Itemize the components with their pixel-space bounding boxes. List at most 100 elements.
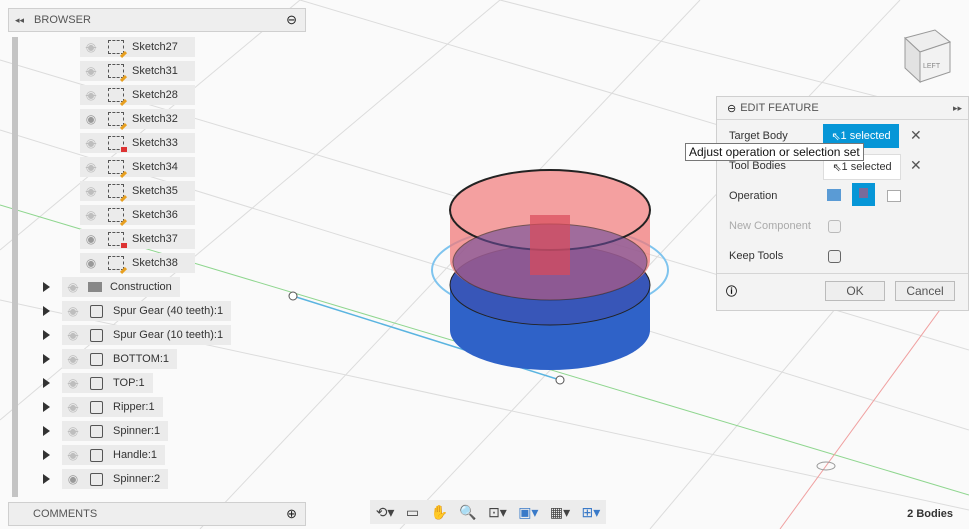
browser-sketch-item[interactable]: ◉ Sketch33 [80, 133, 195, 153]
join-operation-icon[interactable] [827, 189, 841, 201]
visibility-eye-icon[interactable]: ◉ [62, 304, 84, 318]
item-label: Spur Gear (40 teeth):1 [113, 305, 224, 317]
visibility-eye-icon[interactable]: ◉ [80, 64, 102, 78]
cancel-button[interactable]: Cancel [895, 281, 955, 301]
sketch-icon [108, 256, 124, 270]
pan-icon[interactable]: ✋ [430, 504, 447, 521]
expand-triangle-icon[interactable] [43, 402, 50, 412]
add-comment-icon[interactable]: ⊕ [286, 506, 297, 522]
cursor-icon: ⇖ [832, 161, 842, 174]
intersect-operation-icon[interactable] [887, 190, 901, 202]
visibility-eye-icon[interactable]: ◉ [62, 448, 84, 462]
browser-sketch-item[interactable]: ◉ Sketch27 [80, 37, 195, 57]
collapse-dialog-icon[interactable]: ⊖ [727, 102, 736, 115]
collapse-icon[interactable]: ◂◂ [15, 15, 24, 26]
sketch-icon [108, 160, 124, 174]
browser-item[interactable]: ◉ Spur Gear (10 teeth):1 [43, 325, 232, 345]
visibility-eye-icon[interactable]: ◉ [80, 112, 102, 126]
browser-sketch-item[interactable]: ◉ Sketch34 [80, 157, 195, 177]
browser-item[interactable]: ◉ Spinner:2 [43, 469, 169, 489]
sketch-icon [108, 184, 124, 198]
browser-title: BROWSER [34, 14, 91, 26]
clear-target-icon[interactable]: ✕ [910, 127, 922, 144]
expand-triangle-icon[interactable] [43, 426, 50, 436]
body-icon [90, 424, 103, 438]
body-icon [90, 472, 103, 486]
sketch-label: Sketch36 [132, 209, 178, 221]
viewports-icon[interactable]: ⊞▾ [581, 504, 600, 521]
sketch-icon [108, 136, 127, 152]
browser-header: ◂◂ BROWSER ⊖ [8, 8, 306, 32]
browser-sketch-item[interactable]: ◉ Sketch36 [80, 205, 195, 225]
expand-triangle-icon[interactable] [43, 354, 50, 364]
visibility-eye-icon[interactable]: ◉ [62, 376, 84, 390]
cursor-icon: ⇖ [831, 130, 841, 143]
sketch-icon [108, 208, 124, 222]
visibility-eye-icon[interactable]: ◉ [80, 40, 102, 54]
expand-triangle-icon[interactable] [43, 378, 50, 388]
navigation-toolbar: ⟲▾ ▭ ✋ 🔍 ⊡▾ ▣▾ ▦▾ ⊞▾ [370, 500, 606, 524]
body-icon [90, 328, 103, 342]
tool-bodies-label: Tool Bodies [729, 160, 786, 172]
expand-triangle-icon[interactable] [43, 450, 50, 460]
zoom-icon[interactable]: 🔍 [459, 504, 476, 521]
sketch-icon [108, 88, 124, 102]
item-label: TOP:1 [113, 377, 145, 389]
browser-sketch-item[interactable]: ◉ Sketch28 [80, 85, 195, 105]
viewcube: LEFT [903, 29, 952, 84]
visibility-eye-icon[interactable]: ◉ [62, 400, 84, 414]
visibility-eye-icon[interactable]: ◉ [80, 88, 102, 102]
ok-button[interactable]: OK [825, 281, 885, 301]
comments-title: COMMENTS [33, 508, 98, 520]
browser-item[interactable]: ◉ Handle:1 [43, 445, 166, 465]
visibility-eye-icon[interactable]: ◉ [80, 160, 102, 174]
svg-text:LEFT: LEFT [923, 63, 941, 70]
sketch-label: Sketch34 [132, 161, 178, 173]
fit-icon[interactable]: ⊡▾ [488, 504, 507, 521]
browser-scrollbar[interactable] [12, 37, 18, 497]
clear-tools-icon[interactable]: ✕ [910, 157, 922, 174]
item-label: Spinner:2 [113, 473, 161, 485]
browser-sketch-item[interactable]: ◉ Sketch35 [80, 181, 195, 201]
browser-item[interactable]: ◉ TOP:1 [43, 373, 153, 393]
display-settings-icon[interactable]: ▣▾ [518, 504, 538, 521]
orbit-icon[interactable]: ⟲▾ [376, 504, 395, 521]
info-icon[interactable]: ⓘ [726, 283, 737, 299]
browser-sketch-item[interactable]: ◉ Sketch38 [80, 253, 195, 273]
keep-tools-checkbox[interactable] [828, 250, 841, 263]
expand-triangle-icon[interactable] [43, 306, 50, 316]
visibility-eye-icon[interactable]: ◉ [62, 328, 84, 342]
visibility-eye-icon[interactable]: ◉ [80, 232, 102, 246]
browser-item[interactable]: ◉ Ripper:1 [43, 397, 163, 417]
browser-item[interactable]: ◉ Spinner:1 [43, 421, 169, 441]
visibility-eye-icon[interactable]: ◉ [80, 184, 102, 198]
look-at-icon[interactable]: ▭ [406, 504, 419, 521]
browser-item[interactable]: ◉ BOTTOM:1 [43, 349, 178, 369]
item-label: Handle:1 [113, 449, 158, 461]
visibility-eye-icon[interactable]: ◉ [80, 136, 102, 150]
visibility-eye-icon[interactable]: ◉ [62, 472, 84, 486]
browser-item[interactable]: ◉ Spur Gear (40 teeth):1 [43, 301, 232, 321]
new-component-checkbox[interactable] [828, 220, 841, 233]
browser-sketch-item[interactable]: ◉ Sketch32 [80, 109, 195, 129]
visibility-eye-icon[interactable]: ◉ [62, 352, 84, 366]
visibility-eye-icon[interactable]: ◉ [62, 280, 84, 294]
edit-feature-dialog: ⊖ EDIT FEATURE ▸▸ Target Body ⇖ 1 select… [716, 96, 969, 311]
visibility-eye-icon[interactable]: ◉ [80, 208, 102, 222]
expand-triangle-icon[interactable] [43, 474, 50, 484]
browser-item[interactable]: ◉ Construction [43, 277, 180, 297]
minimize-icon[interactable]: ⊖ [286, 12, 297, 28]
browser-sketch-item[interactable]: ◉ Sketch37 [80, 229, 195, 249]
expand-triangle-icon[interactable] [43, 282, 50, 292]
expand-icon[interactable]: ▸▸ [953, 103, 962, 114]
grid-icon[interactable]: ▦▾ [550, 504, 570, 521]
body-icon [90, 400, 103, 414]
browser-sketch-item[interactable]: ◉ Sketch31 [80, 61, 195, 81]
visibility-eye-icon[interactable]: ◉ [62, 424, 84, 438]
visibility-eye-icon[interactable]: ◉ [80, 256, 102, 270]
keep-tools-label: Keep Tools [729, 250, 784, 262]
dialog-title: EDIT FEATURE [740, 102, 819, 114]
cut-operation-icon[interactable] [852, 183, 875, 206]
expand-triangle-icon[interactable] [43, 330, 50, 340]
sketch-icon [108, 112, 124, 126]
